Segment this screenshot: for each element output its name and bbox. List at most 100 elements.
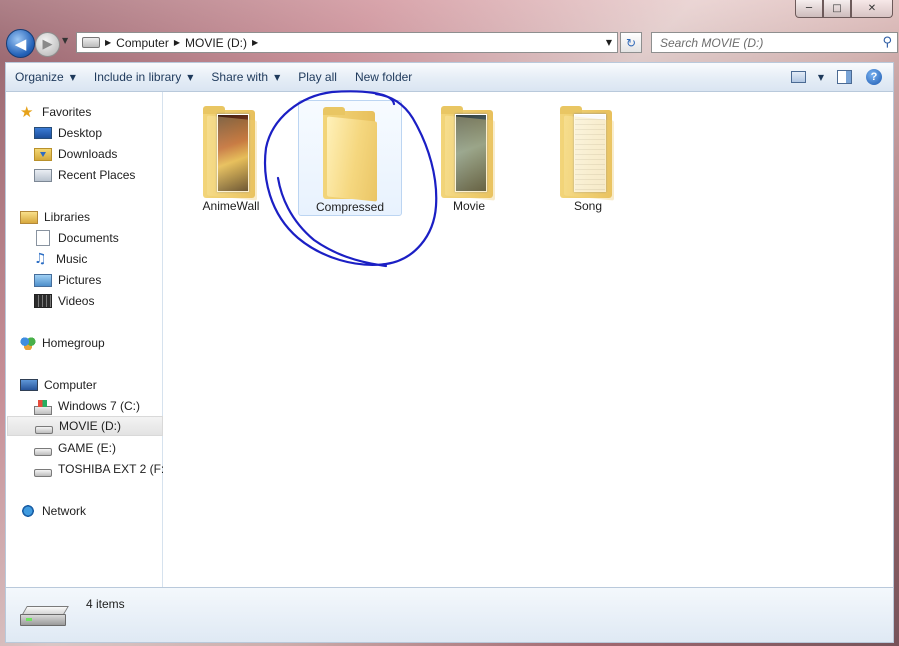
sidebar-item-computer[interactable]: Computer bbox=[20, 375, 97, 395]
sidebar-item-label: Windows 7 (C:) bbox=[58, 399, 141, 413]
folder-label: Compressed bbox=[315, 200, 385, 214]
refresh-icon: ↻ bbox=[625, 35, 637, 50]
search-input[interactable] bbox=[658, 34, 872, 51]
sidebar-item-desktop[interactable]: Desktop bbox=[34, 123, 102, 143]
back-button[interactable]: ◀ bbox=[6, 29, 35, 58]
forward-arrow-icon: ▶ bbox=[42, 37, 53, 52]
sidebar-item-game-e[interactable]: GAME (E:) bbox=[34, 438, 116, 458]
chevron-down-icon: ▼ bbox=[274, 72, 281, 82]
navigation-bar: ◀ ▶ ▼ ▶ Computer ▶ MOVIE (D:) ▶ ▼ ↻ ⚲ bbox=[6, 28, 898, 58]
change-view-button[interactable] bbox=[785, 66, 811, 88]
sidebar-item-downloads[interactable]: Downloads bbox=[34, 144, 117, 164]
sidebar-item-network[interactable]: Network bbox=[20, 501, 86, 521]
breadcrumb-separator[interactable]: ▶ bbox=[105, 38, 111, 47]
libraries-icon bbox=[20, 210, 38, 224]
breadcrumb-computer[interactable]: Computer bbox=[116, 36, 169, 50]
folder-animewall[interactable]: AnimeWall bbox=[179, 100, 283, 216]
homegroup-icon bbox=[20, 336, 36, 350]
sidebar-item-recent-places[interactable]: Recent Places bbox=[34, 165, 135, 185]
documents-icon bbox=[36, 230, 50, 246]
help-icon: ? bbox=[866, 69, 882, 85]
close-button[interactable]: ✕ bbox=[851, 0, 893, 18]
drive-icon bbox=[20, 606, 69, 626]
sidebar-item-favorites[interactable]: ★ Favorites bbox=[20, 102, 91, 122]
share-with-label: Share with bbox=[211, 70, 269, 84]
sidebar-item-label: Desktop bbox=[58, 126, 103, 140]
sidebar-item-label: Documents bbox=[58, 231, 119, 245]
breadcrumb-separator[interactable]: ▶ bbox=[174, 38, 180, 47]
play-all-button[interactable]: Play all bbox=[289, 63, 346, 91]
computer-icon bbox=[20, 379, 38, 391]
include-in-library-button[interactable]: Include in library ▼ bbox=[85, 63, 203, 91]
sidebar-item-toshiba-f[interactable]: TOSHIBA EXT 2 (F:) bbox=[34, 459, 168, 479]
breadcrumb-movie-drive[interactable]: MOVIE (D:) bbox=[185, 36, 247, 50]
folder-icon bbox=[203, 106, 259, 201]
chevron-down-icon: ▼ bbox=[187, 72, 194, 82]
new-folder-button[interactable]: New folder bbox=[346, 63, 421, 91]
sidebar-item-label: Network bbox=[42, 504, 87, 518]
folder-movie[interactable]: Movie bbox=[417, 100, 521, 216]
organize-button[interactable]: Organize ▼ bbox=[6, 63, 85, 91]
network-icon bbox=[20, 504, 36, 518]
sidebar-item-label: Homegroup bbox=[42, 336, 105, 350]
sidebar-item-label: Recent Places bbox=[58, 168, 136, 182]
folder-song[interactable]: Song bbox=[536, 100, 640, 216]
forward-button[interactable]: ▶ bbox=[35, 32, 60, 57]
sidebar-item-label: Libraries bbox=[44, 210, 91, 224]
sidebar-item-label: Favorites bbox=[42, 105, 92, 119]
star-icon: ★ bbox=[20, 103, 34, 121]
sidebar-item-label: Pictures bbox=[58, 273, 102, 287]
details-pane: 4 items bbox=[5, 587, 894, 643]
folder-icon bbox=[441, 106, 497, 201]
recent-places-icon bbox=[34, 168, 52, 182]
caption-buttons: ─ □ ✕ bbox=[795, 0, 893, 18]
sidebar-item-label: GAME (E:) bbox=[58, 441, 117, 455]
preview-pane-button[interactable] bbox=[831, 66, 857, 88]
command-bar: Organize ▼ Include in library ▼ Share with… bbox=[5, 62, 894, 92]
sidebar-item-label: Videos bbox=[58, 294, 95, 308]
navigation-pane: ★ Favorites Desktop Downloads Recent Plac… bbox=[5, 92, 168, 587]
refresh-button[interactable]: ↻ bbox=[620, 32, 642, 53]
sidebar-item-documents[interactable]: Documents bbox=[34, 228, 119, 248]
sidebar-item-label: MOVIE (D:) bbox=[59, 419, 121, 433]
back-arrow-icon: ◀ bbox=[14, 34, 27, 53]
sidebar-item-pictures[interactable]: Pictures bbox=[34, 270, 101, 290]
view-options-dropdown[interactable]: ▼ bbox=[815, 66, 827, 88]
file-list: AnimeWall Compressed Movie Song bbox=[163, 92, 894, 587]
minimize-button[interactable]: ─ bbox=[795, 0, 823, 18]
sidebar-item-windows-c[interactable]: Windows 7 (C:) bbox=[34, 396, 140, 416]
address-bar[interactable]: ▶ Computer ▶ MOVIE (D:) ▶ ▼ bbox=[76, 32, 618, 53]
help-button[interactable]: ? bbox=[861, 66, 887, 88]
sidebar-item-music[interactable]: ♫ Music bbox=[34, 249, 87, 269]
drive-icon bbox=[82, 37, 100, 48]
folder-icon bbox=[323, 107, 379, 202]
search-box[interactable]: ⚲ bbox=[651, 32, 898, 53]
folder-compressed[interactable]: Compressed bbox=[298, 100, 402, 216]
pictures-icon bbox=[34, 273, 52, 287]
maximize-button[interactable]: □ bbox=[823, 0, 851, 18]
windows-drive-icon bbox=[34, 399, 52, 415]
drive-icon bbox=[34, 469, 52, 477]
sidebar-item-libraries[interactable]: Libraries bbox=[20, 207, 90, 227]
sidebar-item-label: Computer bbox=[44, 378, 97, 392]
recent-pages-dropdown[interactable]: ▼ bbox=[62, 36, 68, 45]
folder-label: Song bbox=[573, 199, 603, 213]
sidebar-item-movie-d[interactable]: MOVIE (D:) bbox=[7, 416, 163, 436]
organize-label: Organize bbox=[15, 70, 64, 84]
share-with-button[interactable]: Share with ▼ bbox=[202, 63, 289, 91]
breadcrumb-separator[interactable]: ▶ bbox=[252, 38, 258, 47]
sidebar-item-homegroup[interactable]: Homegroup bbox=[20, 333, 105, 353]
preview-pane-icon bbox=[836, 70, 852, 84]
downloads-icon bbox=[34, 147, 52, 161]
sidebar-item-label: Downloads bbox=[58, 147, 118, 161]
drive-icon bbox=[35, 426, 53, 434]
include-in-library-label: Include in library bbox=[93, 70, 182, 84]
sidebar-item-videos[interactable]: Videos bbox=[34, 291, 94, 311]
sidebar-item-label: TOSHIBA EXT 2 (F:) bbox=[58, 462, 169, 476]
address-dropdown-icon[interactable]: ▼ bbox=[606, 38, 612, 47]
videos-icon bbox=[34, 294, 52, 308]
music-icon: ♫ bbox=[34, 251, 47, 267]
explorer-window: ─ □ ✕ ◀ ▶ ▼ ▶ Computer ▶ MOVIE (D:) ▶ ▼ … bbox=[0, 0, 899, 646]
views-icon bbox=[790, 71, 806, 83]
search-icon[interactable]: ⚲ bbox=[882, 35, 892, 50]
